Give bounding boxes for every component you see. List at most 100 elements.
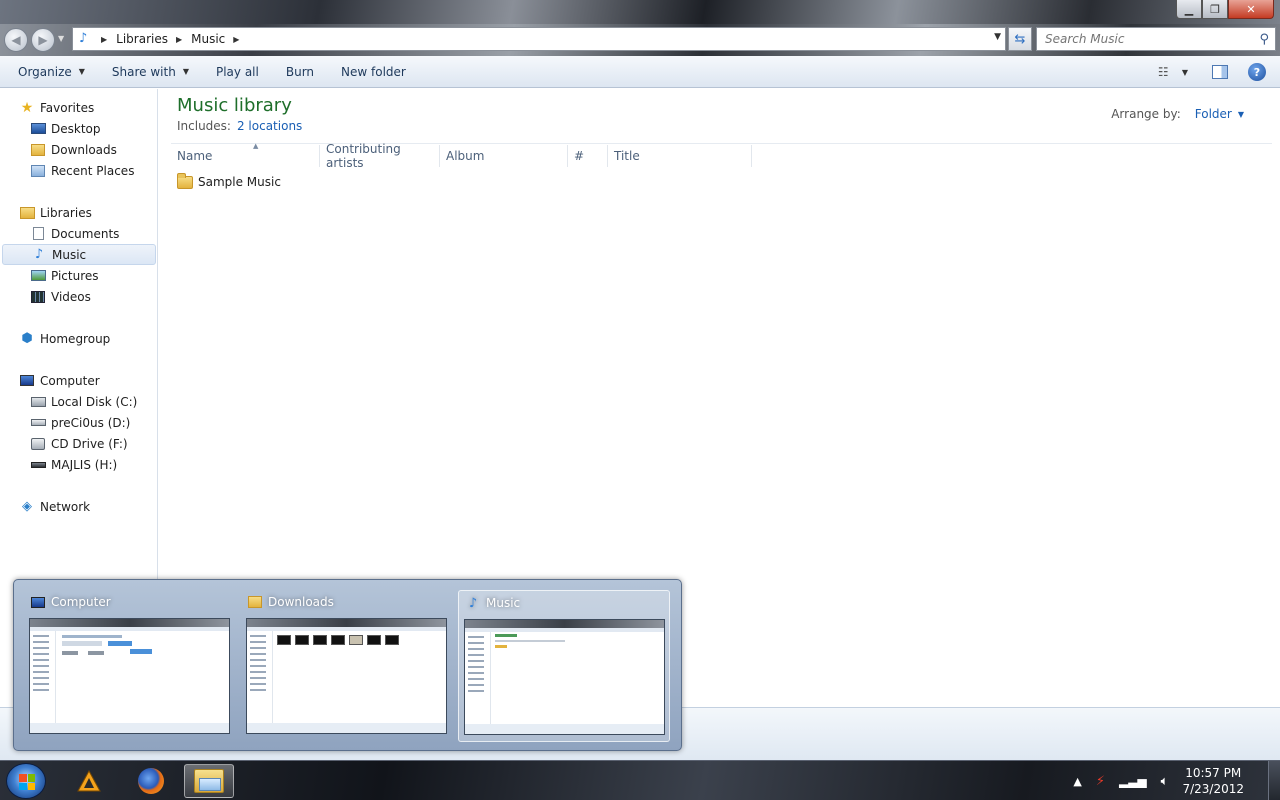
- new-folder-button[interactable]: New folder: [330, 56, 417, 87]
- recent-pages-dropdown-icon[interactable]: ▼: [58, 34, 64, 43]
- play-all-button[interactable]: Play all: [205, 56, 270, 87]
- sidebar-item-cd-drive-f[interactable]: CD Drive (F:): [0, 433, 156, 454]
- taskbar-aimp[interactable]: [64, 764, 114, 798]
- sidebar-item-videos[interactable]: Videos: [0, 286, 156, 307]
- sidebar-item-computer[interactable]: Computer: [0, 370, 156, 391]
- sidebar-item-libraries[interactable]: Libraries: [0, 202, 156, 223]
- column-header-name[interactable]: ▲ Name: [171, 142, 320, 167]
- thumbnail-title: Computer: [30, 595, 111, 609]
- back-arrow-icon: ◀: [11, 33, 21, 47]
- help-icon[interactable]: ?: [1248, 63, 1266, 81]
- breadcrumb-arrow-icon[interactable]: ▶: [176, 35, 182, 44]
- thumbnail-title: ♪ Music: [465, 596, 521, 611]
- search-box[interactable]: ⚲: [1036, 27, 1276, 51]
- thumbnail-computer[interactable]: Computer: [24, 590, 236, 742]
- column-header-title[interactable]: Title: [608, 145, 752, 167]
- breadcrumb-music[interactable]: Music: [191, 32, 225, 46]
- start-button[interactable]: [6, 763, 46, 799]
- sidebar-item-local-disk-c[interactable]: Local Disk (C:): [0, 391, 156, 412]
- page-title: Music library: [177, 95, 292, 116]
- change-view-icon[interactable]: ☷: [1158, 65, 1176, 79]
- view-controls: ☷ ▼ ?: [1158, 56, 1280, 88]
- thumbnail-music[interactable]: ♪ Music: [458, 590, 670, 742]
- navigation-bar: ◀ ▶ ▼ ♪ ▶ Libraries ▶ Music ▶ ▼ ⇆ ⚲: [0, 24, 1280, 56]
- thumbnail-label: Music: [486, 596, 521, 610]
- column-header-label: #: [574, 149, 585, 163]
- documents-icon: [30, 227, 46, 241]
- sidebar-item-label: Documents: [51, 226, 120, 241]
- maximize-button[interactable]: ❐: [1202, 0, 1228, 19]
- search-icon[interactable]: ⚲: [1259, 32, 1269, 47]
- sidebar-item-label: Pictures: [51, 268, 99, 283]
- sidebar-item-favorites[interactable]: ★ Favorites: [0, 97, 156, 118]
- sidebar-item-recent-places[interactable]: Recent Places: [0, 160, 156, 181]
- aimp-icon: [77, 770, 101, 792]
- organize-label: Organize: [18, 64, 72, 79]
- command-bar: Organize ▼ Share with ▼ Play all Burn New …: [0, 56, 1280, 88]
- sidebar-item-majlis-h[interactable]: MAJLIS (H:): [0, 454, 156, 475]
- show-hidden-icons-icon[interactable]: ▲: [1073, 775, 1081, 788]
- breadcrumb-arrow-icon[interactable]: ▶: [101, 35, 107, 44]
- sidebar-item-label: Favorites: [40, 100, 95, 115]
- sidebar-item-downloads[interactable]: Downloads: [0, 139, 156, 160]
- column-header-track-number[interactable]: #: [568, 145, 608, 167]
- refresh-icon: ⇆: [1014, 31, 1026, 47]
- sidebar-item-label: Videos: [51, 289, 91, 304]
- show-desktop-button[interactable]: [1268, 761, 1280, 800]
- share-with-button[interactable]: Share with ▼: [101, 56, 200, 87]
- volume-icon[interactable]: 🔈︎: [1161, 774, 1169, 789]
- chevron-down-icon: ▼: [78, 67, 85, 76]
- sidebar-item-desktop[interactable]: Desktop: [0, 118, 156, 139]
- desktop-icon: [30, 122, 46, 136]
- sidebar-item-label: Computer: [40, 373, 100, 388]
- taskbar-thumbnail-popup: Computer Downloads ♪ Music: [13, 579, 682, 751]
- clock-date: 7/23/2012: [1182, 782, 1244, 796]
- sidebar-item-label: Homegroup: [40, 331, 111, 346]
- title-bar: ▁ ❐ ✕: [0, 0, 1280, 24]
- downloads-folder-icon: [247, 595, 263, 609]
- network-signal-icon[interactable]: ▂▃▅: [1119, 774, 1147, 788]
- sidebar-item-music[interactable]: ♪ Music: [2, 244, 156, 265]
- close-button[interactable]: ✕: [1228, 0, 1274, 19]
- column-header-label: Contributing artists: [326, 142, 401, 170]
- address-bar[interactable]: ♪ ▶ Libraries ▶ Music ▶ ▼: [72, 27, 1006, 51]
- taskbar-windows-explorer[interactable]: [184, 764, 234, 798]
- system-tray: ▲ ⚡ ▂▃▅ 🔈︎ 10:57 PM 7/23/2012: [1073, 761, 1280, 800]
- column-header-album[interactable]: Album: [440, 145, 568, 167]
- sidebar-item-documents[interactable]: Documents: [0, 223, 156, 244]
- music-icon: ♪: [34, 247, 44, 262]
- view-options-dropdown-icon[interactable]: ▼: [1182, 68, 1188, 77]
- sidebar-item-pictures[interactable]: Pictures: [0, 265, 156, 286]
- locations-link[interactable]: 2 locations: [237, 119, 302, 133]
- list-item[interactable]: Sample Music: [177, 172, 281, 189]
- sidebar-item-homegroup[interactable]: ⬢ Homegroup: [0, 328, 156, 349]
- address-dropdown-icon[interactable]: ▼: [994, 32, 1001, 42]
- search-input[interactable]: [1045, 32, 1255, 46]
- refresh-button[interactable]: ⇆: [1008, 27, 1032, 51]
- sidebar-item-label: Libraries: [40, 205, 92, 220]
- forward-button[interactable]: ▶: [31, 28, 55, 52]
- arrange-by-dropdown[interactable]: Folder: [1195, 107, 1232, 121]
- sidebar-item-network[interactable]: ◈ Network: [0, 496, 156, 517]
- sidebar-item-precious-d[interactable]: preCi0us (D:): [0, 412, 156, 433]
- thumbnail-downloads[interactable]: Downloads: [241, 590, 453, 742]
- preview-pane-icon[interactable]: [1212, 65, 1228, 79]
- sidebar-item-label: Local Disk (C:): [51, 394, 138, 409]
- videos-icon: [30, 290, 46, 304]
- sort-ascending-icon: ▲: [253, 142, 259, 150]
- sidebar-item-label: Recent Places: [51, 163, 135, 178]
- hard-drive-icon: [30, 416, 46, 430]
- chevron-down-icon[interactable]: ▼: [1238, 110, 1244, 119]
- taskbar-firefox[interactable]: [126, 764, 176, 798]
- library-includes: Includes: 2 locations: [177, 119, 302, 133]
- organize-button[interactable]: Organize ▼: [7, 56, 96, 87]
- breadcrumb-arrow-icon[interactable]: ▶: [233, 35, 239, 44]
- minimize-button[interactable]: ▁: [1176, 0, 1202, 19]
- file-name: Sample Music: [198, 175, 281, 189]
- power-icon[interactable]: ⚡: [1096, 774, 1105, 789]
- clock[interactable]: 10:57 PM 7/23/2012: [1182, 765, 1244, 797]
- breadcrumb-libraries[interactable]: Libraries: [116, 32, 168, 46]
- column-header-contributing-artists[interactable]: Contributing artists: [320, 142, 440, 170]
- back-button[interactable]: ◀: [4, 28, 28, 52]
- burn-button[interactable]: Burn: [275, 56, 325, 87]
